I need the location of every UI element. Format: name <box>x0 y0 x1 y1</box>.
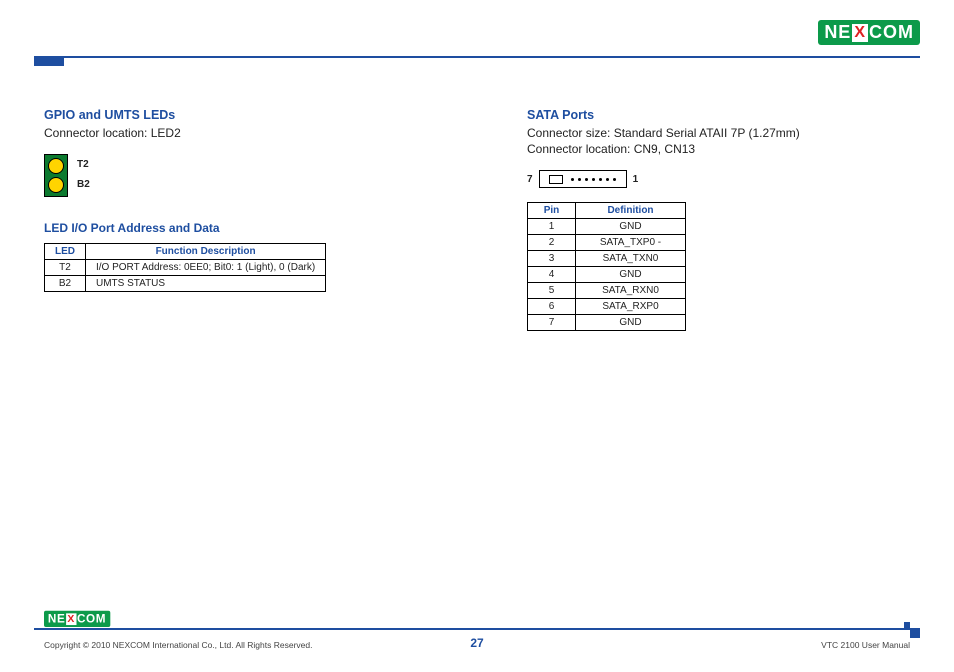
table-row: 1GND <box>528 219 686 235</box>
logo-mid: X <box>852 24 868 42</box>
sata-connector-diagram: 7 1 <box>527 170 910 188</box>
sata-table: Pin Definition 1GND 2SATA_TXP0 - 3SATA_T… <box>527 202 686 331</box>
sata-th-0: Pin <box>528 203 576 219</box>
sata-key-icon <box>549 175 563 184</box>
led-b2-icon <box>48 177 64 193</box>
header-tab <box>34 56 64 66</box>
page-number: 27 <box>470 636 483 650</box>
table-row: 3SATA_TXN0 <box>528 251 686 267</box>
footer-tab-icon <box>910 628 920 638</box>
brand-logo-top: NE X COM <box>818 20 920 45</box>
header-rule <box>34 56 920 58</box>
table-row: 7GND <box>528 315 686 331</box>
table-row: 6SATA_RXP0 <box>528 299 686 315</box>
sata-size: Connector size: Standard Serial ATAII 7P… <box>527 126 910 140</box>
sata-title: SATA Ports <box>527 108 910 122</box>
sata-connector-icon <box>539 170 627 188</box>
right-column: SATA Ports Connector size: Standard Seri… <box>527 108 910 612</box>
sata-location: Connector location: CN9, CN13 <box>527 142 910 156</box>
left-column: GPIO and UMTS LEDs Connector location: L… <box>44 108 427 612</box>
led-diagram: T2 B2 <box>44 154 68 197</box>
sata-th-1: Definition <box>576 203 686 219</box>
logo-right: COM <box>869 22 914 43</box>
sata-pin7-label: 7 <box>527 174 533 185</box>
led-table: LED Function Description T2 I/O PORT Add… <box>44 243 326 292</box>
table-row: 5SATA_RXN0 <box>528 283 686 299</box>
table-row: 4GND <box>528 267 686 283</box>
gpio-title: GPIO and UMTS LEDs <box>44 108 427 122</box>
brand-logo-bottom: NE X COM <box>44 611 110 627</box>
gpio-connector: Connector location: LED2 <box>44 126 427 140</box>
footer-tab-icon-2 <box>904 622 910 628</box>
table-row: B2 UMTS STATUS <box>45 276 326 292</box>
led-t2-icon <box>48 158 64 174</box>
table-row: T2 I/O PORT Address: 0EE0; Bit0: 1 (Ligh… <box>45 260 326 276</box>
logo-left: NE <box>824 22 851 43</box>
doc-name: VTC 2100 User Manual <box>821 640 910 650</box>
footer-rule <box>34 628 920 630</box>
led-th-0: LED <box>45 244 86 260</box>
led-io-subhead: LED I/O Port Address and Data <box>44 221 427 235</box>
table-row: 2SATA_TXP0 - <box>528 235 686 251</box>
copyright-text: Copyright © 2010 NEXCOM International Co… <box>44 640 312 650</box>
page-content: GPIO and UMTS LEDs Connector location: L… <box>44 108 910 612</box>
led-b2-label: B2 <box>77 179 90 190</box>
sata-pin1-label: 1 <box>633 174 639 185</box>
led-t2-label: T2 <box>77 159 89 170</box>
led-th-1: Function Description <box>86 244 326 260</box>
